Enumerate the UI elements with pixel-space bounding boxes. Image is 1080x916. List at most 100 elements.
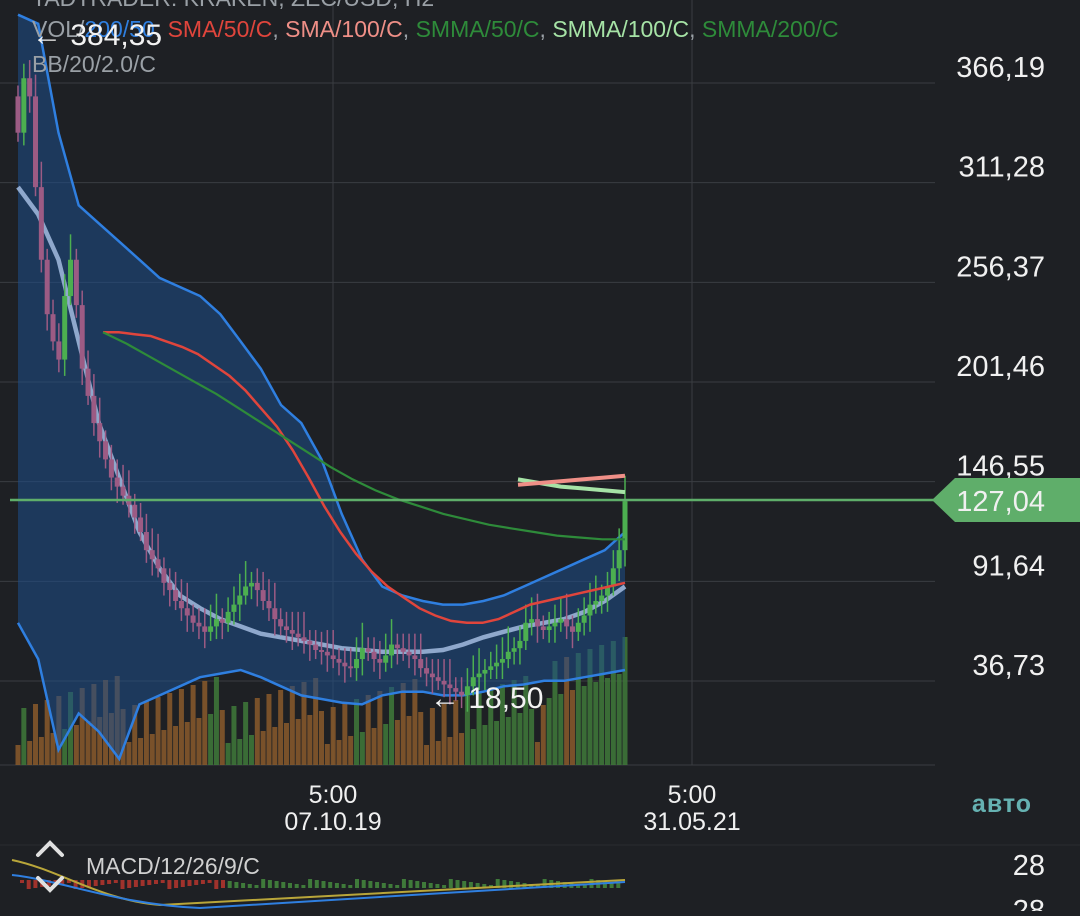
macd-hist-64 <box>448 879 453 888</box>
volume-bar-30 <box>190 685 196 765</box>
x-tick-date-1: 07.10.19 <box>284 808 381 836</box>
candle-body-43 <box>266 600 272 609</box>
candle-body-71 <box>429 673 435 678</box>
volume-bar-43 <box>266 694 272 765</box>
candle-body-65 <box>394 644 400 649</box>
macd-hist-19 <box>147 880 152 885</box>
legend-entry-9: SMMA/100/C <box>552 16 689 42</box>
macd-hist-16 <box>127 880 132 888</box>
x-tick-time-2: 5:00 <box>668 781 717 809</box>
volume-bar-10 <box>73 725 79 765</box>
volume-bar-52 <box>319 711 324 765</box>
macd-label: MACD/12/26/9/C <box>86 853 260 879</box>
candle-body-20 <box>132 504 138 518</box>
candle-body-61 <box>371 651 377 660</box>
candle-body-87 <box>523 622 529 641</box>
candle-body-86 <box>517 640 523 649</box>
candle-body-48 <box>295 633 301 638</box>
macd-hist-25 <box>187 880 192 886</box>
volume-bar-3 <box>33 704 39 765</box>
volume-bar-2 <box>27 741 33 765</box>
auto-scale-button[interactable]: авто <box>972 790 1032 818</box>
volume-bar-48 <box>295 719 301 765</box>
candle-body-47 <box>289 630 295 634</box>
candle-body-67 <box>406 651 412 656</box>
candle-body-63 <box>383 655 389 663</box>
volume-bar-99 <box>593 682 599 765</box>
volume-bar-4 <box>38 737 44 765</box>
candle-body-55 <box>336 659 342 663</box>
volume-bar-61 <box>371 728 377 765</box>
candle-body-35 <box>219 619 225 623</box>
macd-hist-36 <box>261 879 266 888</box>
macd-hist-51 <box>361 880 366 888</box>
candle-body-21 <box>138 517 144 533</box>
macd-hist-0 <box>20 880 24 883</box>
macd-hist-12 <box>100 880 105 885</box>
candle-body-41 <box>254 582 260 591</box>
candle-body-34 <box>213 619 219 627</box>
candle-body-44 <box>272 608 278 620</box>
candle-body-0 <box>15 96 21 133</box>
macd-hist-53 <box>375 882 380 888</box>
candle-body-92 <box>552 622 558 627</box>
candle-body-33 <box>208 626 214 632</box>
volume-bar-84 <box>505 717 511 765</box>
candle-body-66 <box>400 648 406 652</box>
x-tick-time-1: 5:00 <box>309 781 358 809</box>
candle-body-91 <box>546 626 552 631</box>
candle-body-31 <box>196 622 202 627</box>
candle-body-1 <box>21 78 27 133</box>
legend-row-2: BB/20/2.0/C <box>32 51 156 77</box>
candle-body-36 <box>225 611 231 623</box>
macd-hist-17 <box>133 880 138 887</box>
candle-body-83 <box>499 659 505 663</box>
candle-body-51 <box>313 644 319 650</box>
macd-hist-44 <box>314 880 319 888</box>
macd-hist-62 <box>435 884 440 888</box>
chart-svg[interactable]: 366,19 311,28 256,37 201,46 146,55 91,64 36,73… <box>0 0 1080 916</box>
macd-hist-18 <box>140 880 145 886</box>
macd-hist-40 <box>288 883 292 888</box>
volume-bar-74 <box>447 737 453 765</box>
candle-body-53 <box>324 651 330 656</box>
candle-body-11 <box>79 305 85 369</box>
volume-bar-66 <box>400 683 406 765</box>
macd-hist-89 <box>616 883 621 888</box>
y-tick-label-5: 91,64 <box>972 550 1045 582</box>
volume-bar-53 <box>324 744 330 765</box>
volume-bar-72 <box>435 741 441 765</box>
y-tick-label-6: 36,73 <box>972 650 1045 682</box>
legend-entry-5: SMA/100/C <box>285 16 403 42</box>
volume-bar-97 <box>581 686 587 765</box>
volume-bar-40 <box>248 735 254 765</box>
candle-body-24 <box>155 559 161 569</box>
volume-bar-23 <box>149 734 155 765</box>
macd-hist-30 <box>221 880 225 888</box>
macd-hist-59 <box>415 881 420 888</box>
candle-body-29 <box>184 608 190 616</box>
low-marker-label: ← 18,50 <box>430 682 543 715</box>
legend-entry-7: SMMA/50/C <box>416 16 540 42</box>
candle-body-95 <box>569 626 575 632</box>
candle-body-99 <box>593 600 599 605</box>
volume-bar-76 <box>459 733 465 765</box>
candle-body-45 <box>278 619 284 627</box>
volume-bar-35 <box>219 710 225 765</box>
candle-body-18 <box>120 486 126 496</box>
volume-bar-70 <box>424 745 430 765</box>
macd-hist-55 <box>388 884 393 888</box>
candle-body-90 <box>540 626 546 631</box>
legend-entry-4: , <box>272 16 285 42</box>
chart-root[interactable]: 366,19 311,28 256,37 201,46 146,55 91,64 36,73… <box>0 0 1080 916</box>
volume-bar-29 <box>184 722 190 765</box>
candle-body-56 <box>342 662 348 667</box>
candle-body-37 <box>231 604 237 612</box>
macd-hist-26 <box>194 880 199 885</box>
high-marker-label: ← 384,35 <box>32 19 162 52</box>
candle-body-2 <box>27 78 33 97</box>
macd-hist-1 <box>26 880 31 889</box>
y-tick-label-1: 311,28 <box>958 152 1045 184</box>
macd-hist-67 <box>468 882 473 888</box>
candle-body-8 <box>62 296 68 360</box>
